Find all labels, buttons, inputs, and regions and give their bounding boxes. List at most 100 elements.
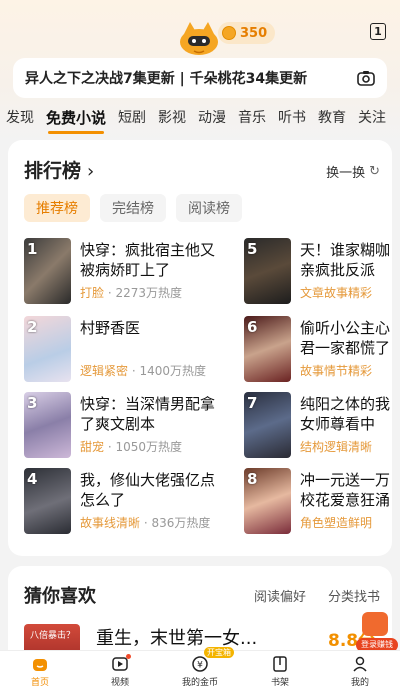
book-meta: 故事情节精彩 <box>300 362 372 379</box>
coin-count: 350 <box>240 25 268 41</box>
book-item[interactable]: 3 快穿：当深情男配拿了爽文剧本 甜宠 · 1050万热度 <box>24 392 215 458</box>
tab-my-coins[interactable]: 开宝箱 ¥ 我的金币 <box>160 647 240 692</box>
book-tag: 故事线清晰 <box>80 516 141 530</box>
book-meta: 结构逻辑清晰 <box>300 438 372 455</box>
rank-number: 1 <box>27 240 38 258</box>
category-search-link[interactable]: 分类找书 <box>328 586 380 605</box>
home-icon <box>33 659 47 671</box>
book-meta: 甜宠 · 1050万热度 <box>80 438 182 455</box>
tab-label: 视频 <box>110 678 129 688</box>
book-title: 我，修仙大佬强亿点怎么了 <box>80 471 216 509</box>
book-heat: · 1400万热度 <box>131 364 207 378</box>
book-title[interactable]: 重生，末世第一女... <box>96 624 257 650</box>
rank-number: 3 <box>27 394 38 412</box>
nav-item-free-novel[interactable]: 免费小说 <box>46 107 106 134</box>
book-tag: 故事情节精彩 <box>300 364 373 378</box>
tab-bookshelf[interactable]: 书架 <box>240 651 320 692</box>
ranking-card: 排行榜 › 换一换 ↻ 推荐榜 完结榜 阅读榜 1 快穿：疯批宿主他又被病娇盯上了… <box>8 140 392 556</box>
book-item[interactable]: 7 纯阳之体的我女师尊看中 结构逻辑清晰 <box>244 392 392 458</box>
tab-label: 我的 <box>350 678 369 688</box>
book-title: 天！谁家糊咖亲疯批反派 <box>300 241 391 279</box>
rank-number: 6 <box>247 318 258 336</box>
book-tag: 文章故事精彩 <box>300 286 373 300</box>
refresh-button[interactable]: 换一换 ↻ <box>326 162 380 181</box>
guess-links: 阅读偏好 分类找书 <box>232 586 380 605</box>
cover-text: 八倍暴击？ <box>30 631 76 641</box>
book-cover: 7 <box>244 392 291 458</box>
book-meta: 文章故事精彩 <box>300 284 372 301</box>
nav-item-discover[interactable]: 发现 <box>6 107 34 127</box>
book-title: 偷听小公主心君一家都慌了 <box>300 319 391 357</box>
tab-label: 我的金币 <box>181 678 218 688</box>
nav-item-music[interactable]: 音乐 <box>238 107 266 127</box>
camera-icon[interactable] <box>357 70 375 86</box>
book-tag: 角色塑造鲜明 <box>300 516 373 530</box>
tab-label: 书架 <box>270 678 289 688</box>
book-title: 冲一元送一万校花爱意狂涌 <box>300 471 391 509</box>
nav-item-short-drama[interactable]: 短剧 <box>118 107 146 127</box>
profile-icon <box>353 656 367 672</box>
refresh-label: 换一换 <box>326 166 366 181</box>
book-tag: 甜宠 <box>80 440 105 454</box>
book-cover: 4 <box>24 468 71 534</box>
gift-icon <box>362 612 388 636</box>
book-item[interactable]: 4 我，修仙大佬强亿点怎么了 故事线清晰 · 836万热度 <box>24 468 215 534</box>
chip-recommended[interactable]: 推荐榜 <box>24 194 90 222</box>
ranking-title: 排行榜 <box>24 160 82 182</box>
book-heat: · 1050万热度 <box>107 440 183 454</box>
refresh-icon: ↻ <box>369 164 380 179</box>
rank-number: 7 <box>247 394 258 412</box>
tab-profile[interactable]: 我的 <box>320 651 400 692</box>
book-cover: 2 <box>24 316 71 382</box>
reading-preference-link[interactable]: 阅读偏好 <box>254 586 306 605</box>
book-title: 纯阳之体的我女师尊看中 <box>300 395 391 433</box>
book-tag: 逻辑紧密 <box>80 364 129 378</box>
nav-item-anime[interactable]: 动漫 <box>198 107 226 127</box>
nav-item-follow[interactable]: 关注 <box>358 107 386 127</box>
login-earn-badge[interactable]: 登录赚钱 <box>356 612 398 652</box>
tab-count-icon[interactable]: 1 <box>370 23 386 40</box>
coin-icon <box>222 26 236 40</box>
rank-number: 8 <box>247 470 258 488</box>
book-item[interactable]: 6 偷听小公主心君一家都慌了 故事情节精彩 <box>244 316 392 382</box>
notification-dot <box>126 654 131 659</box>
book-tag: 打脸 <box>80 286 105 300</box>
coin-icon: ¥ <box>192 656 208 672</box>
chevron-right-icon: › <box>87 161 95 182</box>
book-heat: · 2273万热度 <box>107 286 183 300</box>
book-item[interactable]: 8 冲一元送一万校花爱意狂涌 角色塑造鲜明 <box>244 468 392 534</box>
tab-home[interactable]: 首页 <box>0 651 80 692</box>
book-cover: 6 <box>244 316 291 382</box>
book-meta: 角色塑造鲜明 <box>300 514 372 531</box>
book-item[interactable]: 5 天！谁家糊咖亲疯批反派 文章故事精彩 <box>244 238 392 304</box>
tab-label: 首页 <box>30 678 49 688</box>
nav-item-film[interactable]: 影视 <box>158 107 186 127</box>
nav-item-audiobook[interactable]: 听书 <box>278 107 306 127</box>
tab-video[interactable]: 视频 <box>80 651 160 692</box>
book-tag: 结构逻辑清晰 <box>300 440 373 454</box>
ranking-title-row[interactable]: 排行榜 › <box>24 156 94 183</box>
bookshelf-icon <box>273 656 287 672</box>
book-meta: 逻辑紧密 · 1400万热度 <box>80 362 206 379</box>
mascot-icon[interactable] <box>176 18 222 58</box>
book-title: 快穿：当深情男配拿了爽文剧本 <box>80 395 216 433</box>
category-nav: 发现 免费小说 短剧 影视 动漫 音乐 听书 教育 关注 <box>0 104 400 134</box>
book-item[interactable]: 1 快穿：疯批宿主他又被病娇盯上了 打脸 · 2273万热度 <box>24 238 215 304</box>
search-hotwords[interactable]: 异人之下之决战7集更新 | 千朵桃花34集更新 <box>25 68 357 88</box>
ranking-chips: 推荐榜 完结榜 阅读榜 <box>24 194 252 222</box>
coin-balance[interactable]: 350 <box>218 22 276 44</box>
rank-number: 2 <box>27 318 38 336</box>
book-cover: 8 <box>244 468 291 534</box>
search-bar[interactable]: 异人之下之决战7集更新 | 千朵桃花34集更新 <box>13 58 387 98</box>
chip-reading[interactable]: 阅读榜 <box>176 194 242 222</box>
chip-completed[interactable]: 完结榜 <box>100 194 166 222</box>
bottom-tab-bar: 首页 视频 开宝箱 ¥ 我的金币 书架 我的 <box>0 647 400 692</box>
rank-number: 5 <box>247 240 258 258</box>
treasure-badge: 开宝箱 <box>204 647 234 658</box>
book-title: 快穿：疯批宿主他又被病娇盯上了 <box>80 241 216 279</box>
book-heat: · 836万热度 <box>143 516 211 530</box>
book-item[interactable]: 2 村野香医 逻辑紧密 · 1400万热度 <box>24 316 214 382</box>
nav-item-education[interactable]: 教育 <box>318 107 346 127</box>
book-meta: 打脸 · 2273万热度 <box>80 284 182 301</box>
guess-title: 猜你喜欢 <box>24 586 96 607</box>
